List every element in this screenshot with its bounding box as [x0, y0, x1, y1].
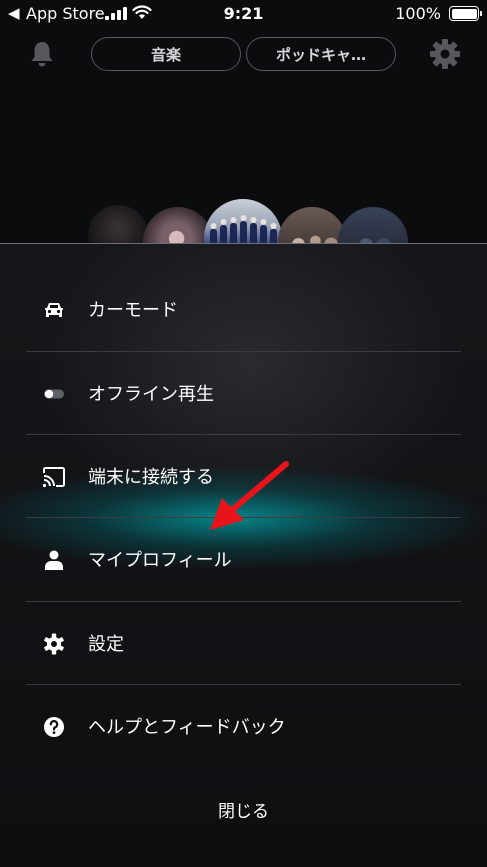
menu-item-label: ヘルプとフィードバック: [88, 717, 286, 738]
menu-item-car-mode[interactable]: カーモード: [26, 268, 461, 351]
tab-podcast[interactable]: ポッドキャ…: [246, 37, 396, 71]
cast-icon: [42, 467, 65, 488]
gear-icon[interactable]: [429, 38, 461, 70]
battery-icon: [449, 6, 482, 21]
menu-item-offline-playback[interactable]: オフライン再生: [26, 352, 461, 435]
status-bar: ◀ App Store 9:21 100%: [0, 0, 487, 28]
menu-item-label: オフライン再生: [88, 384, 214, 405]
help-icon: [44, 717, 64, 737]
gear-icon: [44, 633, 64, 655]
artist-thumbnail[interactable]: [278, 207, 346, 245]
artist-thumbnail[interactable]: [88, 205, 148, 245]
menu-item-label: マイプロフィール: [88, 550, 232, 571]
toggle-icon: [44, 389, 64, 399]
menu-item-help-feedback[interactable]: ヘルプとフィードバック: [26, 685, 461, 768]
menu-item-label: 設定: [88, 634, 124, 655]
artist-thumbnail[interactable]: [204, 199, 282, 245]
menu-item-settings[interactable]: 設定: [26, 602, 461, 685]
recent-artists-row: [0, 195, 487, 245]
bell-icon[interactable]: [26, 38, 58, 70]
menu-item-label: カーモード: [88, 300, 178, 321]
tab-music[interactable]: 音楽: [91, 37, 241, 71]
close-button[interactable]: 閉じる: [0, 797, 487, 822]
group-photo-icon: [210, 215, 277, 245]
annotation-arrow-icon: [210, 461, 289, 530]
battery-percentage: 100%: [395, 4, 441, 23]
menu-item-label: 端末に接続する: [88, 467, 214, 488]
artist-thumbnail[interactable]: [143, 207, 213, 245]
person-icon: [45, 550, 63, 570]
car-icon: [45, 303, 63, 317]
artist-thumbnail[interactable]: [338, 207, 408, 245]
